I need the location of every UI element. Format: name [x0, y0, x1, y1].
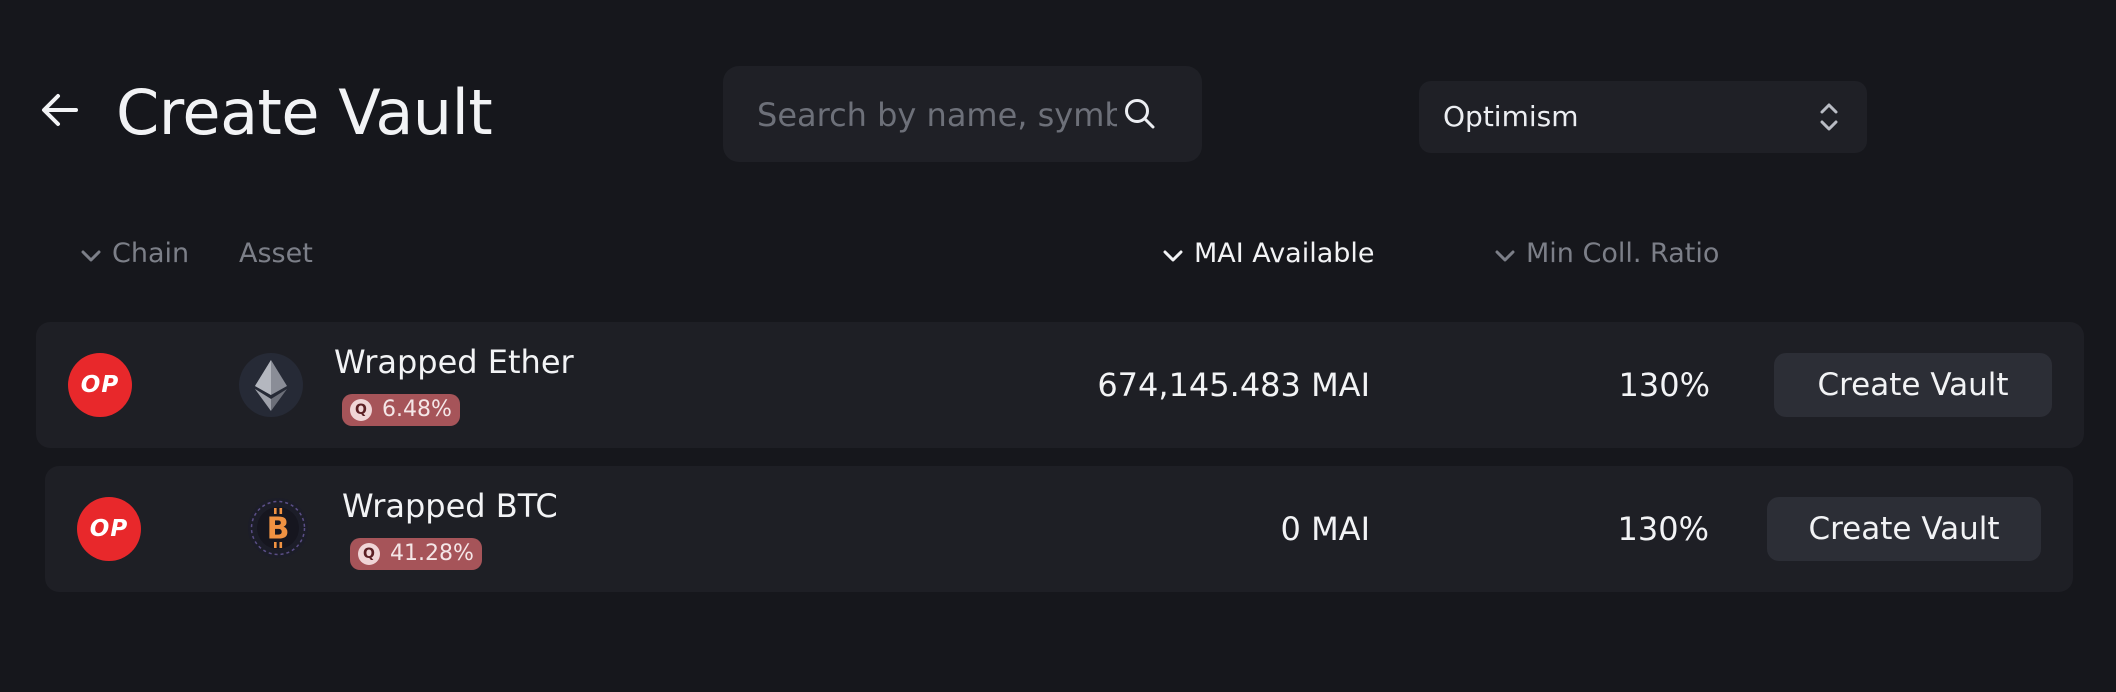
mai-available-value: 674,145.483 MAI: [1097, 366, 1370, 404]
apr-badge: Q 6.48%: [342, 394, 460, 426]
column-header-asset[interactable]: Asset: [239, 236, 313, 272]
svg-text:B: B: [267, 512, 290, 547]
asset-name: Wrapped BTC: [342, 487, 558, 525]
bitcoin-icon: B: [247, 497, 309, 563]
optimism-logo: OP: [77, 497, 141, 561]
min-coll-ratio-value: 130%: [1617, 510, 1709, 548]
qi-token-icon: Q: [350, 399, 372, 421]
column-header-label: Asset: [239, 238, 313, 269]
chevron-down-icon: [1162, 237, 1184, 273]
search-input[interactable]: [755, 66, 1119, 164]
min-coll-ratio-value: 130%: [1618, 366, 1710, 404]
chevron-down-icon: [80, 237, 102, 273]
apr-badge: Q 41.28%: [350, 538, 482, 570]
apr-value: 6.48%: [382, 397, 452, 422]
column-header-min-coll-ratio[interactable]: Min Coll. Ratio: [1494, 236, 1719, 273]
chevron-up-down-icon: [1819, 101, 1839, 137]
optimism-logo: OP: [68, 353, 132, 417]
create-vault-button[interactable]: Create Vault: [1774, 353, 2052, 417]
ethereum-icon: [238, 352, 304, 422]
search-icon[interactable]: [1122, 96, 1158, 136]
column-header-mai-available[interactable]: MAI Available: [1162, 236, 1375, 273]
create-vault-button[interactable]: Create Vault: [1767, 497, 2041, 561]
page-title: Create Vault: [116, 76, 493, 149]
column-header-label: Chain: [112, 238, 190, 269]
column-header-chain[interactable]: Chain: [80, 236, 189, 273]
apr-value: 41.28%: [390, 541, 474, 566]
back-arrow-icon[interactable]: [36, 86, 84, 134]
chain-select[interactable]: Optimism: [1419, 81, 1867, 153]
chain-select-value: Optimism: [1443, 100, 1579, 133]
mai-available-value: 0 MAI: [1280, 510, 1370, 548]
chevron-down-icon: [1494, 237, 1516, 273]
column-header-label: MAI Available: [1194, 238, 1375, 269]
column-header-label: Min Coll. Ratio: [1526, 238, 1720, 269]
asset-name: Wrapped Ether: [334, 343, 574, 381]
table-row[interactable]: OP B Wrapped BTC Q 41.28% 0 MAI 130% Cre…: [45, 466, 2073, 592]
qi-token-icon: Q: [358, 543, 380, 565]
table-row[interactable]: OP Wrapped Ether Q 6.48% 674,145.483 MAI…: [36, 322, 2084, 448]
